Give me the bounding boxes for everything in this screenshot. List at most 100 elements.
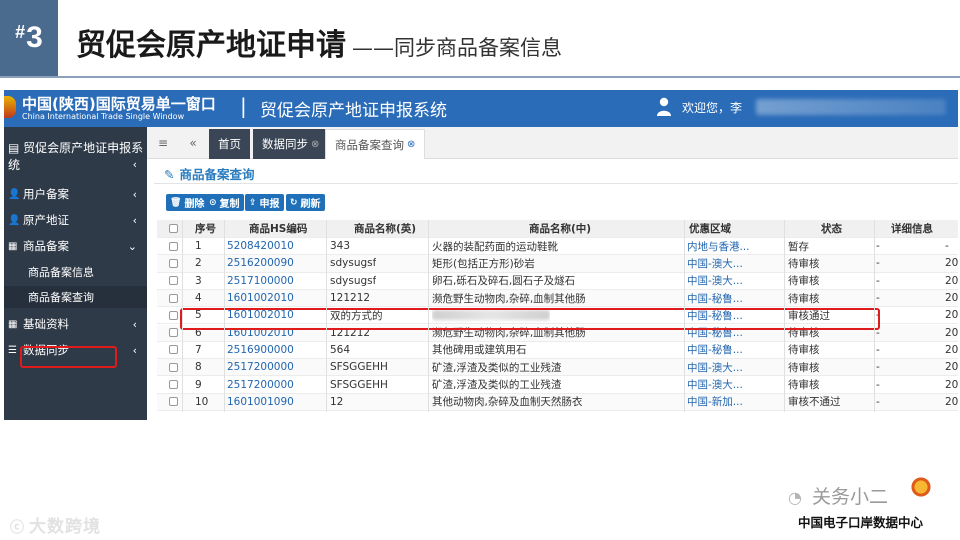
highlight-box-sidebar <box>20 346 117 368</box>
cell-hs[interactable]: 2517200000 <box>227 359 294 375</box>
row-checkbox[interactable] <box>169 290 178 306</box>
cell-no: 10 <box>195 395 209 408</box>
col-header-hs[interactable]: 商品HS编码 <box>249 220 307 237</box>
welcome-text: 欢迎您，李 <box>682 101 743 115</box>
cell-region[interactable]: 中国-澳大... <box>687 376 743 392</box>
footer-caption: 中国电子口岸数据中心 <box>798 515 924 530</box>
cell-status: 待审核 <box>788 344 820 357</box>
column-divider <box>224 220 225 412</box>
col-header-status[interactable]: 状态 <box>821 220 842 237</box>
user-icon: 👤 <box>8 214 21 226</box>
cell-region[interactable]: 中国-秘鲁... <box>687 290 743 306</box>
col-header-detail[interactable]: 详细信息 <box>891 220 933 237</box>
cell-detail: - <box>876 292 880 305</box>
tab-data-sync[interactable]: 数据同步 ⊗ <box>253 129 329 159</box>
col-header-region[interactable]: 优惠区域 <box>689 220 731 237</box>
col-header-name-en[interactable]: 商品名称(英) <box>354 220 416 237</box>
user-avatar-icon[interactable] <box>656 97 672 117</box>
table-row[interactable]: 3 2517100000 sdysugsf 卵石,砾石及碎石,圆石子及燧石 中国-澳大.… <box>157 273 958 290</box>
select-all-checkbox[interactable] <box>169 220 181 237</box>
row-checkbox[interactable] <box>169 376 178 392</box>
cell-extra: 201 <box>945 274 958 287</box>
cell-region[interactable]: 中国-澳大... <box>687 359 743 375</box>
table-row[interactable]: 4 1601002010 121212 濒危野生动物肉,杂碎,血制其他肠 中国-秘鲁..… <box>157 289 958 308</box>
cell-hs[interactable]: 2517100000 <box>227 273 294 289</box>
cell-hs[interactable]: 2516200090 <box>227 255 294 271</box>
tab-goods-query[interactable]: 商品备案查询 ⊗ <box>325 129 426 159</box>
table-row[interactable]: 2 2516200090 sdysugsf 矩形(包括正方形)砂岩 中国-澳大... 待审… <box>157 255 958 273</box>
cell-region[interactable]: 中国-澳大... <box>687 255 743 271</box>
cell-region[interactable]: 内地与香港... <box>687 238 750 254</box>
sidebar-item-goods-filing[interactable]: ▦ 商品备案 ⌄ <box>4 235 147 257</box>
sidebar-subitem-goods-info[interactable]: 商品备案信息 <box>4 261 147 283</box>
sidebar-item-label: 用户备案 <box>23 187 69 201</box>
cell-name-en: 121212 <box>330 292 371 305</box>
sidebar: ▤ 贸促会原产地证申报系统 ‹ 👤 用户备案 ‹ 👤 原产地证 ‹ ▦ 商品备案… <box>4 127 147 420</box>
trash-icon: 🗑 <box>170 197 182 208</box>
watermark-right: ◔ 关务小二 <box>788 482 888 509</box>
cell-status: 暂存 <box>788 240 809 253</box>
declare-button[interactable]: ⇪ 申报 <box>245 194 284 211</box>
menu-toggle-icon[interactable]: ≡ <box>147 127 179 159</box>
tabs-back-icon[interactable]: « <box>179 127 207 159</box>
tab-close-icon[interactable]: ⊗ <box>311 139 319 150</box>
table-row[interactable]: 10 1601001090 12 其他动物肉,杂碎及血制天然肠衣 中国-新加... 审核不… <box>157 393 958 411</box>
cell-name-en: 343 <box>330 240 351 253</box>
cell-name-en: 12 <box>330 395 344 408</box>
declare-button-label: 申报 <box>259 199 280 210</box>
chevron-left-icon: ‹ <box>132 317 137 331</box>
edit-icon: ✎ <box>164 167 175 182</box>
cell-detail: - <box>876 343 880 356</box>
row-checkbox[interactable] <box>169 325 178 341</box>
col-header-no[interactable]: 序号 <box>195 220 216 237</box>
cell-region[interactable]: 中国-秘鲁... <box>687 342 743 358</box>
cell-hs[interactable]: 5208420010 <box>227 238 294 254</box>
column-divider <box>428 220 429 412</box>
table-header-row: 序号 商品HS编码 商品名称(英) 商品名称(中) 优惠区域 状态 详细信息 <box>157 220 958 238</box>
tab-home[interactable]: 首页 <box>209 129 250 159</box>
title-separator: | <box>240 94 247 118</box>
app-screenshot: 中国(陕西)国际贸易单一窗口 China International Trade… <box>4 90 958 420</box>
row-checkbox[interactable] <box>169 359 178 375</box>
tab-label: 商品备案查询 <box>335 137 404 152</box>
col-header-name-cn[interactable]: 商品名称(中) <box>529 220 591 237</box>
cell-detail: - <box>876 361 880 374</box>
table-row[interactable]: 1 5208420010 343 火器的装配药面的运动鞋靴 内地与香港... 暂存 - - <box>157 238 958 256</box>
delete-button[interactable]: 🗑 删除 <box>166 194 209 211</box>
table-row[interactable]: 8 2517200000 SFSGGEHH 矿渣,浮渣及类似的工业残渣 中国-澳大...… <box>157 359 958 377</box>
row-checkbox[interactable] <box>169 307 178 323</box>
cell-hs[interactable]: 2517200000 <box>227 376 294 392</box>
table-row[interactable]: 7 2516900000 564 其他碑用或建筑用石 中国-秘鲁... 待审核 - 201 <box>157 342 958 360</box>
table-row[interactable]: 9 2517200000 SFSGGEHH 矿渣,浮渣及类似的工业残渣 中国-澳大...… <box>157 376 958 394</box>
column-divider <box>684 220 685 412</box>
copy-button[interactable]: ⊙ 复制 <box>205 194 244 211</box>
tab-close-icon[interactable]: ⊗ <box>407 139 415 150</box>
refresh-button[interactable]: ↻ 刷新 <box>286 194 325 211</box>
sidebar-item-origin-cert[interactable]: 👤 原产地证 ‹ <box>4 209 147 231</box>
row-checkbox[interactable] <box>169 394 178 410</box>
cell-hs[interactable]: 1601002010 <box>227 290 294 306</box>
cell-region[interactable]: 中国-澳大... <box>687 273 743 289</box>
column-divider <box>874 220 875 412</box>
user-icon: 👤 <box>8 188 21 200</box>
cell-region[interactable]: 中国-新加... <box>687 394 743 410</box>
chevron-left-icon: ‹ <box>132 158 137 171</box>
page-title-text: 商品备案查询 <box>179 167 255 182</box>
sidebar-subitem-goods-query[interactable]: 商品备案查询 <box>4 286 147 308</box>
tab-bar: ≡ « 首页 数据同步 ⊗ 商品备案查询 ⊗ <box>147 127 958 159</box>
row-checkbox[interactable] <box>169 238 178 254</box>
title-divider <box>154 183 958 184</box>
sidebar-item-basic-data[interactable]: ▦ 基础资料 ‹ <box>4 313 147 335</box>
cell-hs[interactable]: 1601001090 <box>227 394 294 410</box>
sidebar-header[interactable]: ▤ 贸促会原产地证申报系统 ‹ <box>4 140 147 174</box>
upload-icon: ⇪ <box>249 197 257 208</box>
sidebar-item-user-filing[interactable]: 👤 用户备案 ‹ <box>4 183 147 205</box>
cell-hs[interactable]: 2516900000 <box>227 342 294 358</box>
cell-no: 8 <box>195 361 202 374</box>
row-checkbox[interactable] <box>169 273 178 289</box>
cell-name-cn: 其他碑用或建筑用石 <box>432 344 527 357</box>
grid-icon: ▦ <box>8 240 18 252</box>
row-checkbox[interactable] <box>169 255 178 271</box>
delete-button-label: 删除 <box>184 199 205 210</box>
row-checkbox[interactable] <box>169 342 178 358</box>
